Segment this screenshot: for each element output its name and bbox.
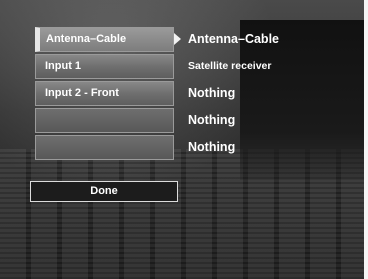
source-item-4[interactable]: Nothing [188,108,279,135]
arrow-right-icon [174,33,181,45]
screen-edge [364,0,368,279]
input-item-empty-4[interactable] [35,108,174,133]
input-item-input-1[interactable]: Input 1 [35,54,174,79]
input-item-empty-5[interactable] [35,135,174,160]
sources-list: Antenna–Cable Satellite receiver Nothing… [188,27,279,162]
input-item-antenna-cable[interactable]: Antenna–Cable [35,27,174,52]
done-button[interactable]: Done [30,181,178,202]
source-item-2[interactable]: Satellite receiver [188,54,279,81]
input-item-input-2-front[interactable]: Input 2 - Front [35,81,174,106]
tv-setup-screen: Antenna–Cable Input 1 Input 2 - Front An… [0,0,368,279]
source-item-3[interactable]: Nothing [188,81,279,108]
source-item-5[interactable]: Nothing [188,135,279,162]
source-item-1[interactable]: Antenna–Cable [188,27,279,54]
inputs-list: Antenna–Cable Input 1 Input 2 - Front [35,27,174,162]
